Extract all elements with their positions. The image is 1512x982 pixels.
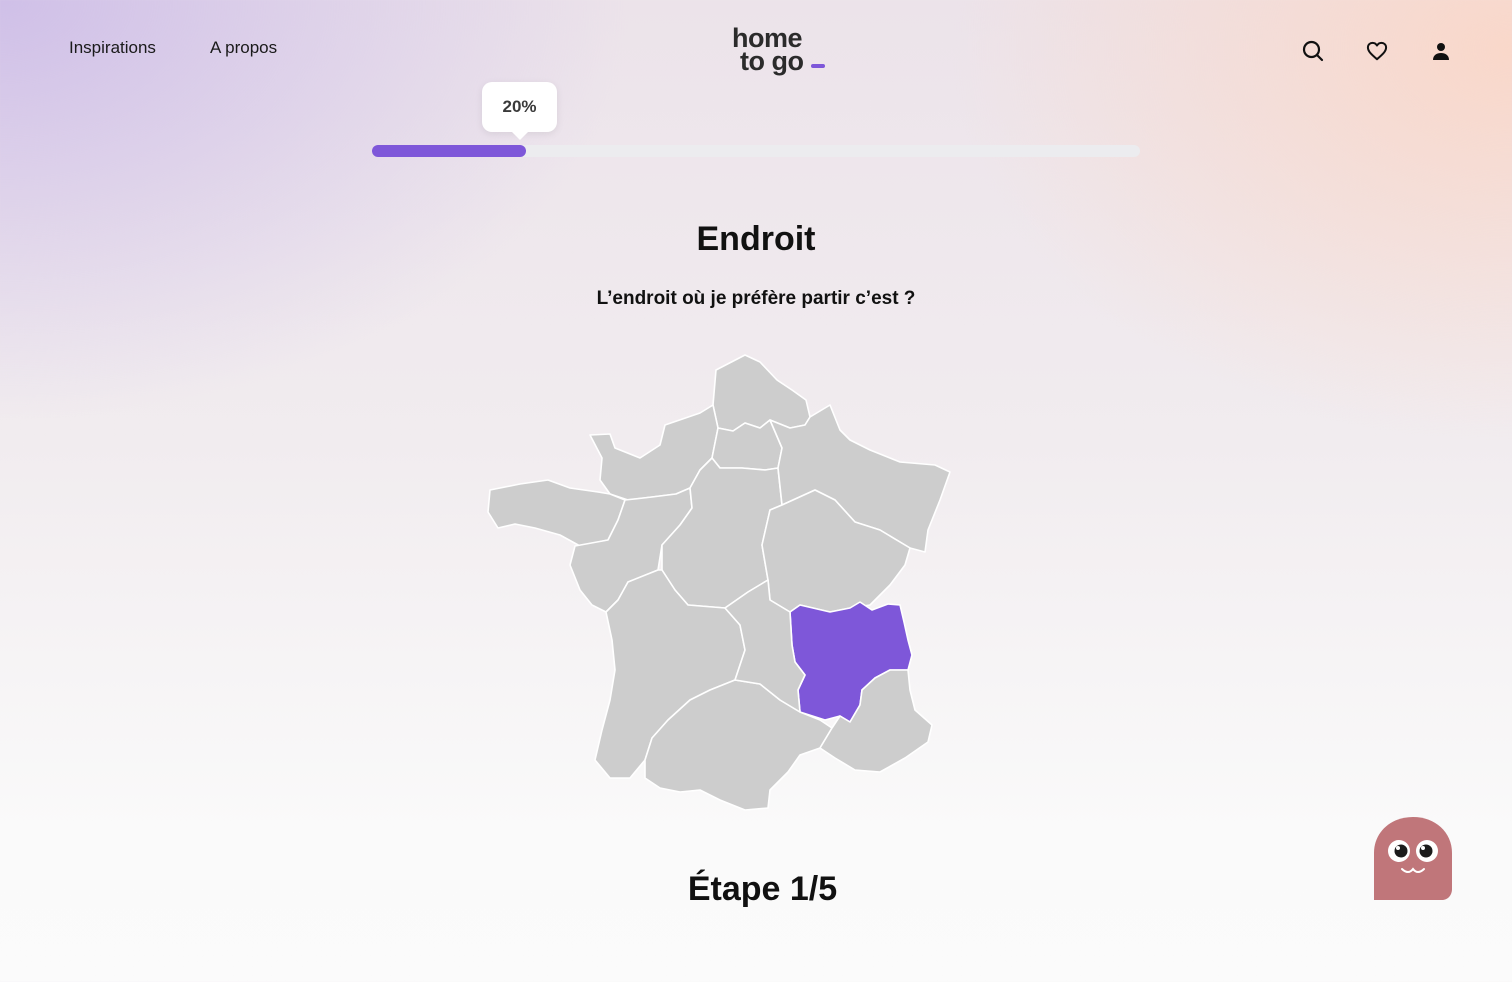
progress-tooltip: 20% [482,82,557,140]
region-hauts-de-france[interactable] [712,354,811,432]
user-icon [1433,43,1449,60]
progress-bar [372,145,1140,157]
region-bretagne[interactable] [487,479,626,547]
logo-accent [811,64,825,68]
progress-percent: 20% [502,97,537,116]
france-map [487,354,951,811]
hometogo-logo[interactable]: home to go [729,24,829,78]
heart-icon [1366,41,1388,61]
nav-a-propos[interactable]: A propos [210,38,277,58]
question-subtitle: L’endroit où je préfère partir c’est ? [596,288,916,309]
account-button[interactable] [1426,36,1456,66]
question-title: Endroit [696,220,816,258]
search-button[interactable] [1298,36,1328,66]
mascot-chat-button[interactable] [1374,817,1452,900]
nav-inspirations[interactable]: Inspirations [69,38,156,58]
logo-line-2: to go [740,46,804,76]
progress-fill [372,145,526,157]
search-icon [1302,40,1324,62]
favorites-button[interactable] [1362,36,1392,66]
mascot-icon [1374,817,1452,900]
step-indicator: Étape 1/5 [687,870,838,908]
